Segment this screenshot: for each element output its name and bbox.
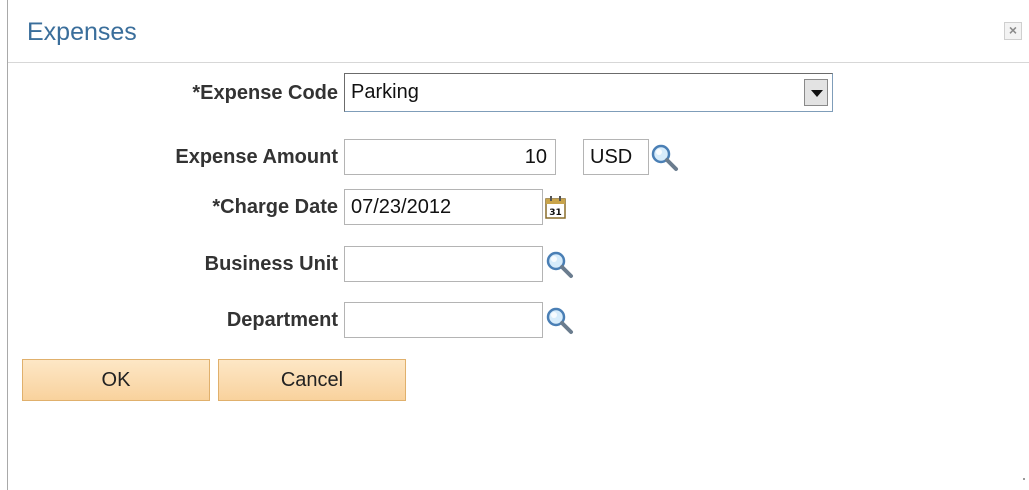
- expense-code-value: Parking: [351, 81, 419, 103]
- business-unit-lookup-icon[interactable]: [545, 250, 575, 280]
- close-icon[interactable]: ×: [1004, 22, 1022, 40]
- expenses-dialog: Expenses × *Expense Code Parking Expense…: [7, 0, 1029, 490]
- ok-button[interactable]: OK: [22, 359, 210, 401]
- calendar-icon[interactable]: 31: [545, 196, 567, 220]
- chevron-down-icon[interactable]: [804, 79, 828, 106]
- expense-amount-label: Expense Amount: [175, 146, 338, 168]
- cancel-button[interactable]: Cancel: [218, 359, 406, 401]
- charge-date-label: *Charge Date: [212, 196, 338, 218]
- expense-amount-field[interactable]: 10: [344, 139, 556, 175]
- charge-date-field[interactable]: 07/23/2012: [344, 189, 543, 225]
- expense-code-label: *Expense Code: [192, 82, 338, 104]
- dialog-title: Expenses: [27, 18, 137, 46]
- department-field[interactable]: [344, 302, 543, 338]
- currency-field[interactable]: USD: [583, 139, 649, 175]
- resize-handle[interactable]: [1023, 478, 1025, 480]
- expense-code-select[interactable]: Parking: [344, 73, 833, 112]
- calendar-icon-text: 31: [549, 208, 562, 218]
- business-unit-label: Business Unit: [204, 253, 338, 275]
- department-label: Department: [226, 309, 338, 331]
- dialog-titlebar: Expenses ×: [8, 0, 1029, 63]
- currency-lookup-icon[interactable]: [650, 143, 680, 173]
- business-unit-field[interactable]: [344, 246, 543, 282]
- department-lookup-icon[interactable]: [545, 306, 575, 336]
